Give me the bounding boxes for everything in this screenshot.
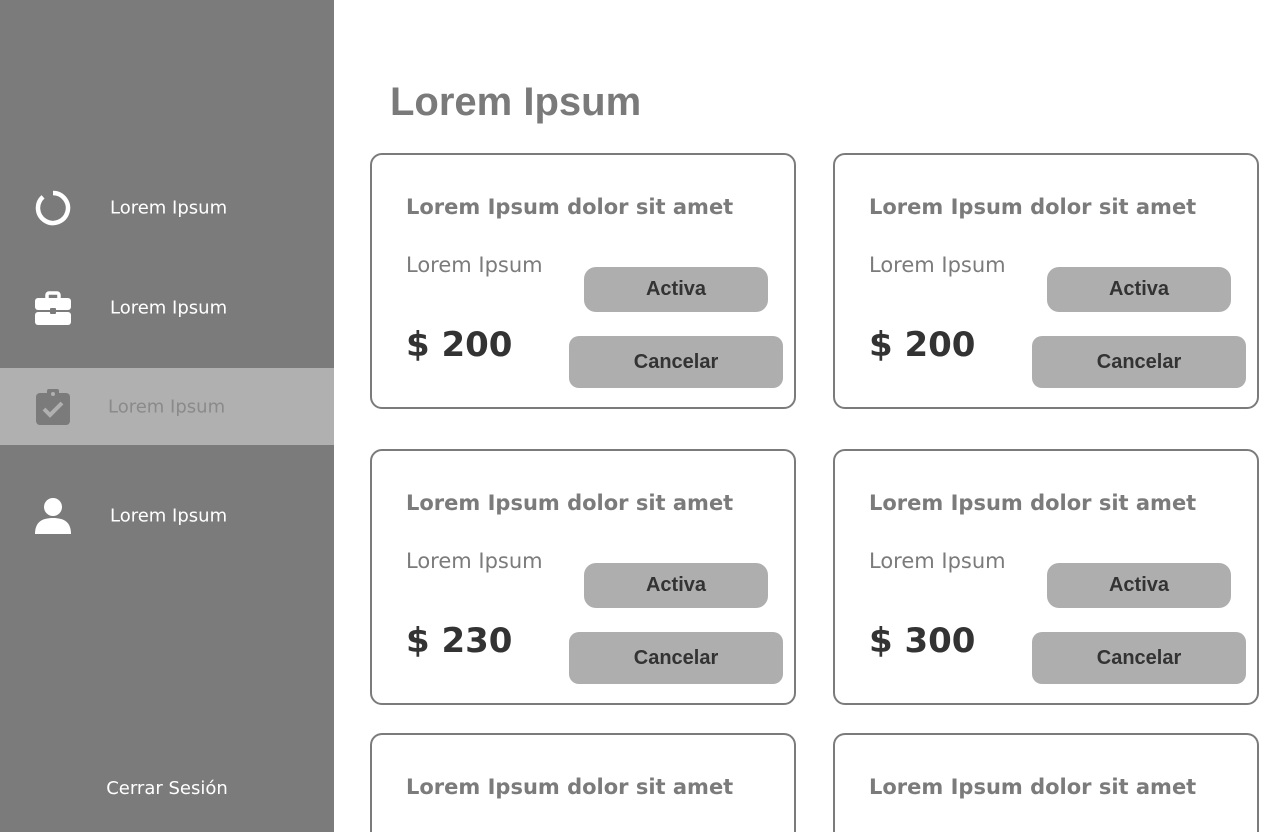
card-price: $ 230 xyxy=(406,621,513,661)
circle-loader-icon xyxy=(34,189,72,227)
cancel-button[interactable]: Cancelar xyxy=(1032,632,1246,684)
subscription-card: Lorem Ipsum dolor sit amet xyxy=(833,733,1259,832)
card-title: Lorem Ipsum dolor sit amet xyxy=(869,491,1197,515)
page-title: Lorem Ipsum xyxy=(390,80,642,124)
subscription-card: Lorem Ipsum dolor sit amet Lorem Ipsum $… xyxy=(833,449,1259,705)
subscription-card: Lorem Ipsum dolor sit amet Lorem Ipsum $… xyxy=(370,153,796,409)
sidebar-item-label: Lorem Ipsum xyxy=(110,505,228,526)
card-price: $ 200 xyxy=(869,325,976,365)
card-title: Lorem Ipsum dolor sit amet xyxy=(869,775,1197,799)
user-icon xyxy=(34,497,72,535)
card-title: Lorem Ipsum dolor sit amet xyxy=(869,195,1197,219)
sidebar-item-4[interactable]: Lorem Ipsum xyxy=(0,477,334,554)
card-subtitle: Lorem Ipsum xyxy=(406,549,543,573)
briefcase-icon xyxy=(34,289,72,327)
status-button[interactable]: Activa xyxy=(1047,267,1231,312)
card-subtitle: Lorem Ipsum xyxy=(869,549,1006,573)
status-button[interactable]: Activa xyxy=(584,267,768,312)
status-button[interactable]: Activa xyxy=(1047,563,1231,608)
card-price: $ 300 xyxy=(869,621,976,661)
cancel-button[interactable]: Cancelar xyxy=(1032,336,1246,388)
status-button[interactable]: Activa xyxy=(584,563,768,608)
card-title: Lorem Ipsum dolor sit amet xyxy=(406,491,734,515)
card-subtitle: Lorem Ipsum xyxy=(869,253,1006,277)
card-subtitle: Lorem Ipsum xyxy=(406,253,543,277)
sidebar-item-label: Lorem Ipsum xyxy=(110,297,228,318)
clipboard-check-icon xyxy=(34,388,72,426)
subscription-card: Lorem Ipsum dolor sit amet Lorem Ipsum $… xyxy=(833,153,1259,409)
card-title: Lorem Ipsum dolor sit amet xyxy=(406,775,734,799)
sidebar-item-3[interactable]: Lorem Ipsum xyxy=(0,368,334,445)
cancel-button[interactable]: Cancelar xyxy=(569,336,783,388)
logout-button[interactable]: Cerrar Sesión xyxy=(0,778,334,799)
subscription-card: Lorem Ipsum dolor sit amet xyxy=(370,733,796,832)
sidebar-item-label: Lorem Ipsum xyxy=(110,197,228,218)
sidebar: Lorem Ipsum Lorem Ipsum Lorem Ipsum Lore… xyxy=(0,0,334,832)
sidebar-item-1[interactable]: Lorem Ipsum xyxy=(0,169,334,246)
sidebar-item-2[interactable]: Lorem Ipsum xyxy=(0,269,334,346)
cancel-button[interactable]: Cancelar xyxy=(569,632,783,684)
subscription-card: Lorem Ipsum dolor sit amet Lorem Ipsum $… xyxy=(370,449,796,705)
sidebar-item-label: Lorem Ipsum xyxy=(108,396,226,417)
card-price: $ 200 xyxy=(406,325,513,365)
card-title: Lorem Ipsum dolor sit amet xyxy=(406,195,734,219)
